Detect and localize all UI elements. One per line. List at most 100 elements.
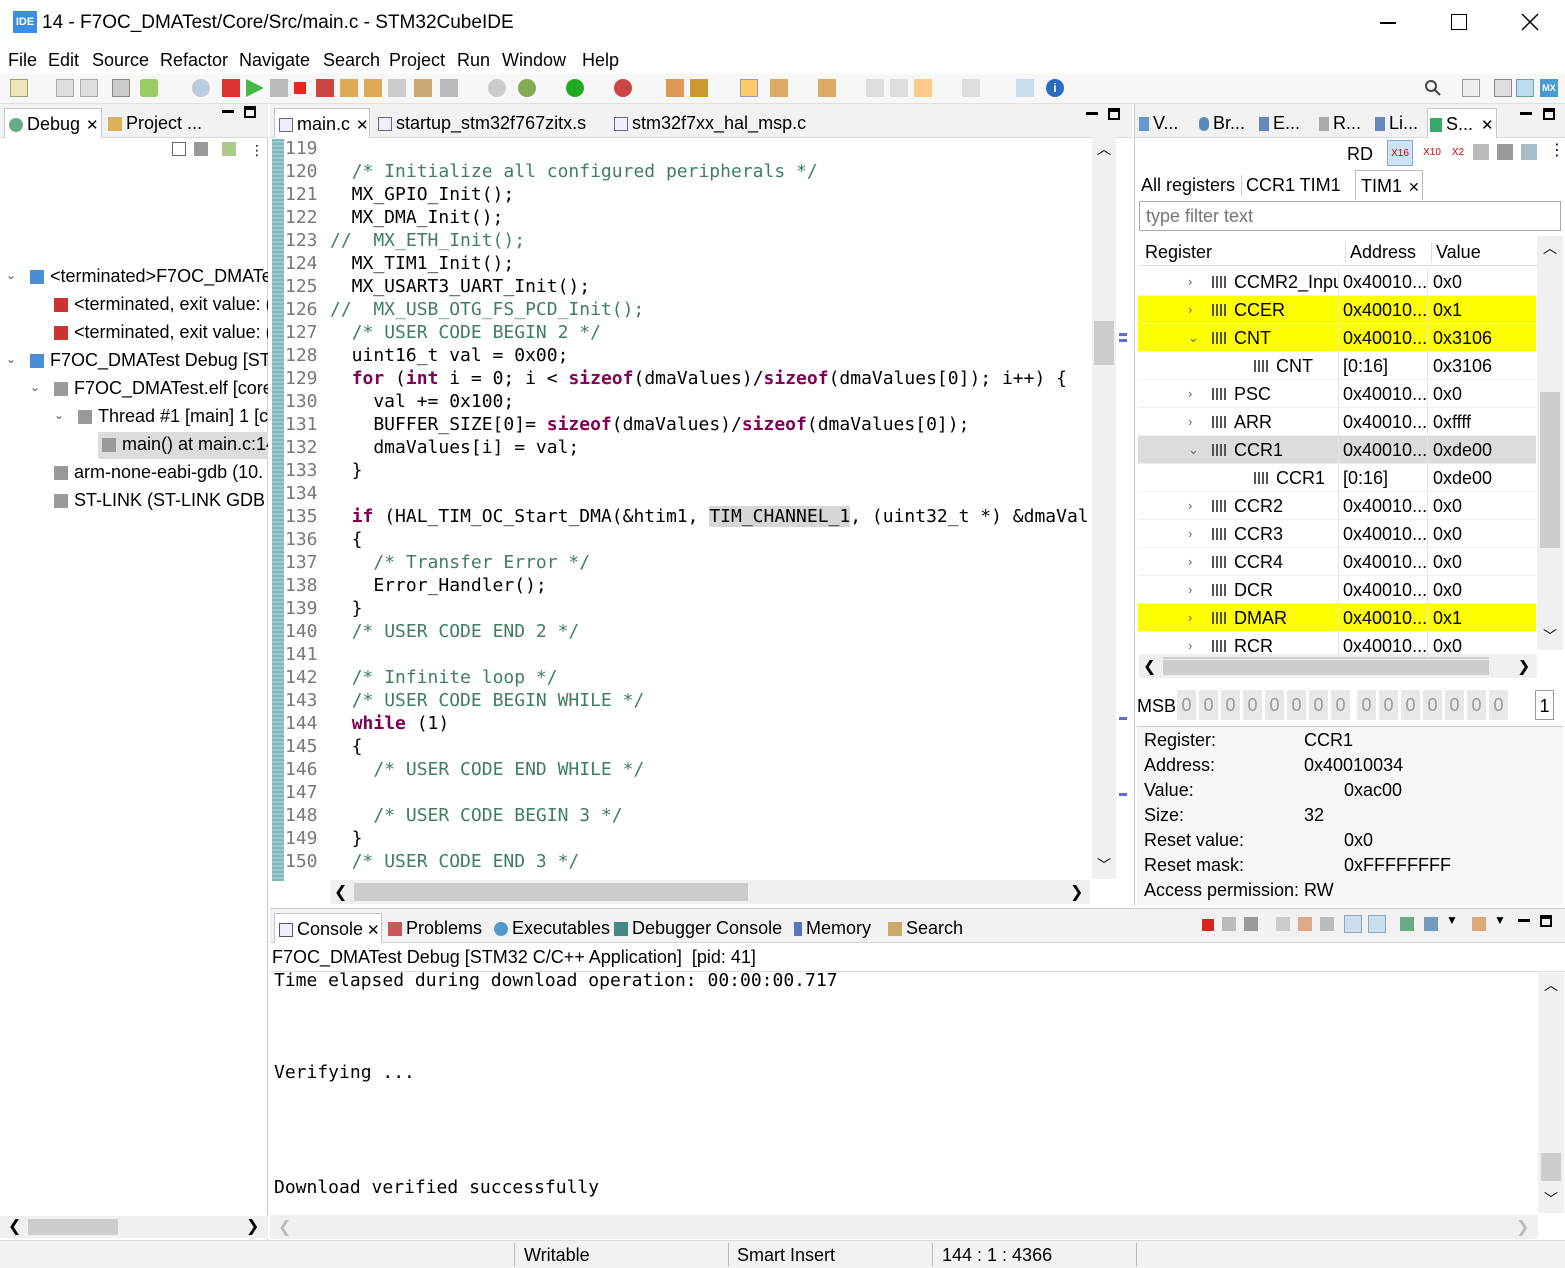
console-vscrollbar[interactable]: ︿ ﹀ [1538,973,1564,1213]
menu-window[interactable]: Window [502,50,566,71]
register-row[interactable]: › CCMR2_Input 0x40010... 0x0 [1138,268,1536,296]
save-all-icon[interactable] [80,79,98,97]
register-row[interactable]: ⌄ CNT 0x40010... 0x3106 [1138,324,1536,352]
console-output[interactable]: Time elapsed during download operation: … [274,970,1534,1210]
menu-help[interactable]: Help [582,50,619,71]
show-on-error-icon[interactable] [1368,915,1386,933]
subtab-ccr1-tim1[interactable]: CCR1 TIM1 [1241,175,1341,196]
chevron-right-icon[interactable]: › [1188,296,1192,324]
scroll-right-icon[interactable]: ❯ [246,1216,259,1236]
bit-cell[interactable]: 0 [1489,690,1508,720]
tab-main-c[interactable]: main.c ✕ [274,108,370,138]
bit-cell[interactable]: 0 [1357,690,1376,720]
chevron-right-icon[interactable]: › [1188,632,1192,660]
bit-cell[interactable]: 0 [1401,690,1420,720]
menu-run[interactable]: Run [457,50,490,71]
chevron-right-icon[interactable]: › [1188,576,1192,604]
minimize-view-button[interactable] [222,110,234,113]
bit-cell[interactable]: 0 [1379,690,1398,720]
bit-cell[interactable]: 0 [1423,690,1442,720]
editor-hscrollbar[interactable]: ❮ ❯ [330,880,1090,904]
chevron-down-icon[interactable]: ⌄ [1188,436,1199,464]
column-value[interactable]: Value [1431,242,1481,263]
bin-format-icon[interactable]: X2 [1445,140,1471,166]
tab-sfrs[interactable]: S... ✕ [1427,108,1497,138]
register-row[interactable]: › RCR 0x40010... 0x0 [1138,632,1536,660]
step-return-icon[interactable] [388,79,406,97]
remove-icon[interactable] [1497,144,1513,160]
tab-breakpoints[interactable]: Br... [1199,108,1251,138]
register-row[interactable]: › CCR3 0x40010... 0x0 [1138,520,1536,548]
perspective-open-icon[interactable] [1462,79,1480,97]
chevron-right-icon[interactable]: › [1188,408,1192,436]
tab-project[interactable]: Project ... [104,108,204,138]
menu-navigate[interactable]: Navigate [239,50,310,71]
chevron-right-icon[interactable]: › [1188,380,1192,408]
reset-icon[interactable] [488,79,506,97]
close-icon[interactable]: ✕ [1408,179,1420,195]
chevron-right-icon[interactable]: › [1188,268,1192,296]
tab-executables[interactable]: Executables [494,913,610,943]
tab-search[interactable]: Search [888,913,968,943]
scroll-right-icon[interactable]: ❯ [1516,1217,1529,1237]
pin-icon[interactable] [1473,144,1489,160]
tab-memory[interactable]: Memory [794,913,884,943]
debug-hscrollbar[interactable]: ❮ ❯ [0,1216,268,1238]
close-icon[interactable]: ✕ [356,117,369,134]
debug-icon[interactable] [518,79,536,97]
scroll-left-icon[interactable]: ❮ [278,1217,291,1237]
scroll-up-icon[interactable]: ︿ [1097,139,1111,159]
tab-expressions[interactable]: E... [1259,108,1311,138]
perspective-cc-icon[interactable] [1494,79,1512,97]
tab-hal-msp-c[interactable]: stm32f7xx_hal_msp.c [610,108,810,138]
back-icon[interactable] [866,79,884,97]
open-console-icon[interactable] [1472,917,1486,931]
scroll-right-icon[interactable]: ❯ [1070,882,1083,902]
remove-all-terminated-icon[interactable] [1244,917,1258,931]
new-icon[interactable] [10,79,28,97]
debug-config-icon[interactable] [140,79,158,97]
remove-launch-icon[interactable] [1222,917,1236,931]
chevron-right-icon[interactable]: › [1188,604,1192,632]
register-row[interactable]: › ARR 0x40010... 0xffff [1138,408,1536,436]
bit-cell[interactable]: 0 [1309,690,1328,720]
display-console-icon[interactable] [1424,917,1438,931]
bit-cell[interactable]: 0 [1221,690,1240,720]
menu-edit[interactable]: Edit [48,50,79,71]
close-button[interactable] [1518,10,1542,34]
register-row[interactable]: › CCR4 0x40010... 0x0 [1138,548,1536,576]
register-row[interactable]: › DMAR 0x40010... 0x1 [1138,604,1536,632]
maximize-view-button[interactable] [1108,108,1120,120]
chevron-down-icon[interactable]: ⌄ [1188,324,1199,352]
register-row[interactable]: › CCER 0x40010... 0x1 [1138,296,1536,324]
chevron-down-icon[interactable]: ▼ [1446,913,1458,927]
forward-icon[interactable] [890,79,908,97]
scroll-down-icon[interactable]: ﹀ [1097,855,1111,875]
column-register[interactable]: Register [1145,242,1212,263]
register-row[interactable]: › PSC 0x40010... 0x0 [1138,380,1536,408]
external-tools-icon[interactable] [614,79,632,97]
scroll-up-icon[interactable]: ︿ [1543,238,1557,258]
perspective-debug-icon[interactable] [1516,79,1534,97]
menu-project[interactable]: Project [389,50,445,71]
info-icon[interactable]: i [1046,79,1064,97]
chevron-right-icon[interactable]: › [1188,548,1192,576]
restart-icon[interactable] [222,79,240,97]
close-icon[interactable]: ✕ [86,117,99,134]
bit-cell[interactable]: 1 [1535,690,1554,720]
minimize-button[interactable] [1380,22,1396,24]
terminate-icon[interactable] [294,82,306,94]
resume-icon[interactable] [246,79,264,97]
maximize-button[interactable] [1451,14,1467,30]
save-icon[interactable] [1521,144,1537,160]
scroll-left-icon[interactable]: ❮ [334,882,347,902]
bit-cell[interactable]: 0 [1199,690,1218,720]
dec-format-icon[interactable]: X10 [1419,140,1445,166]
chevron-right-icon[interactable]: › [1188,520,1192,548]
perspective-mx-icon[interactable]: MX [1540,79,1558,97]
minimize-view-button[interactable] [1520,112,1532,115]
editor-vscrollbar[interactable]: ︿ ﹀ [1092,137,1116,879]
disconnect-icon[interactable] [316,79,334,97]
scroll-up-icon[interactable]: ︿ [1544,975,1558,995]
bit-cell[interactable]: 0 [1287,690,1306,720]
